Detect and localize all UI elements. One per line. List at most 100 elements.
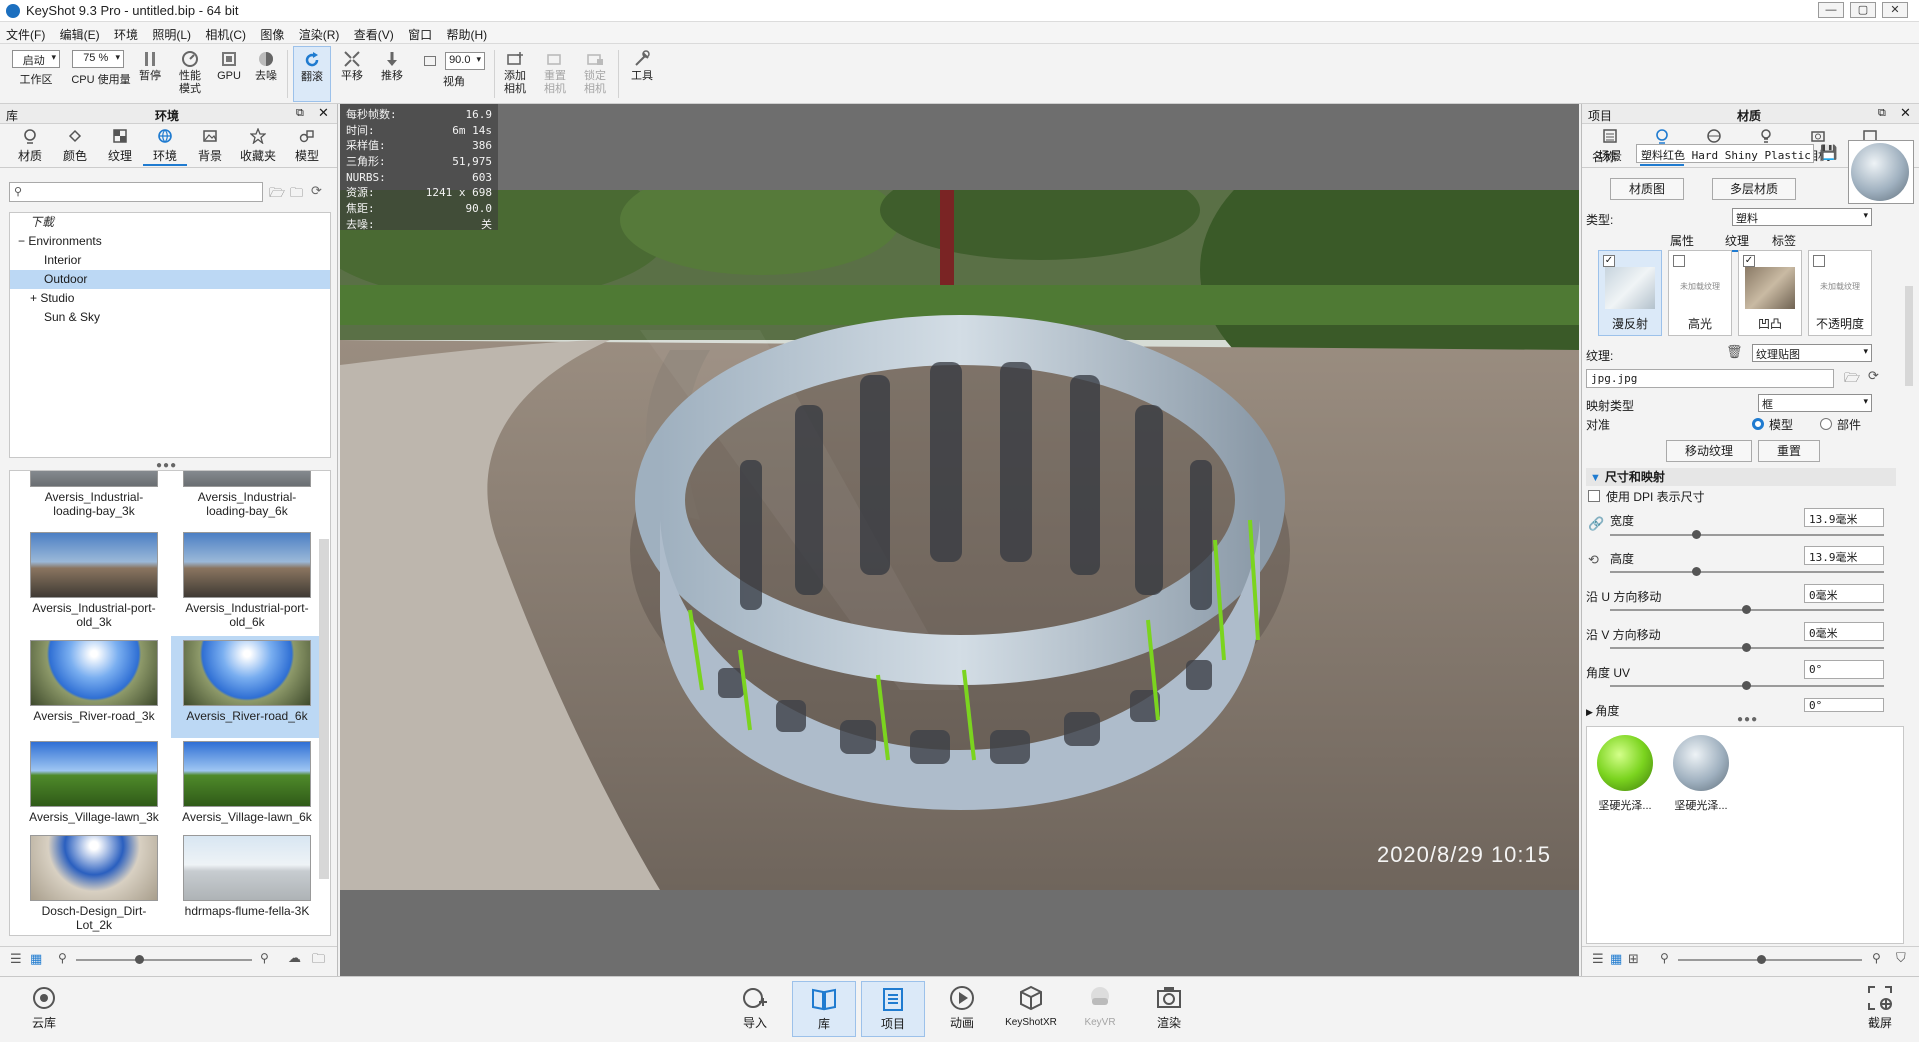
menu-view[interactable]: 查看(V) bbox=[348, 22, 399, 43]
zoom-out-icon[interactable]: ⚲ bbox=[1660, 951, 1669, 965]
texture-type-select[interactable]: 纹理贴图 bbox=[1752, 344, 1872, 362]
tree-item-environments[interactable]: − Environments bbox=[10, 232, 330, 251]
expand-chevron-icon[interactable]: ▶ bbox=[1586, 707, 1595, 717]
tree-item-outdoor[interactable]: Outdoor bbox=[10, 270, 330, 289]
tab-colors[interactable]: 颜色 bbox=[53, 126, 97, 164]
environment-thumbnail[interactable]: Aversis_River-road_3k bbox=[18, 636, 170, 724]
grid-view-icon[interactable]: ▦ bbox=[30, 951, 42, 967]
environment-thumbnail-selected[interactable]: Aversis_River-road_6k bbox=[171, 636, 323, 738]
pause-button[interactable]: 暂停 bbox=[136, 46, 164, 102]
animation-button[interactable]: 动画 bbox=[930, 981, 994, 1037]
splitter-handle[interactable]: ●●● bbox=[1737, 714, 1758, 725]
bump-checkbox[interactable]: ✓ bbox=[1743, 255, 1755, 267]
reload-icon[interactable]: ⟳ bbox=[1868, 368, 1879, 384]
tree-item-studio[interactable]: + Studio bbox=[10, 289, 330, 308]
library-search-input[interactable]: ⚲ bbox=[9, 182, 263, 202]
material-graph-button[interactable]: 材质图 bbox=[1610, 178, 1684, 200]
keyshotxr-button[interactable]: KeyShotXR bbox=[999, 981, 1063, 1037]
tab-materials[interactable]: 材质 bbox=[8, 126, 52, 164]
expand-icon[interactable]: + bbox=[30, 291, 40, 305]
minimize-button[interactable]: — bbox=[1818, 2, 1844, 18]
menu-edit[interactable]: 编辑(E) bbox=[54, 22, 105, 43]
subtab-properties[interactable]: 属性 bbox=[1670, 232, 1694, 249]
link-icon[interactable]: 🔗 bbox=[1588, 516, 1604, 532]
open-folder-icon[interactable]: 🗁 bbox=[269, 184, 285, 206]
texture-file-input[interactable]: jpg.jpg bbox=[1586, 369, 1834, 388]
environment-thumbnail[interactable]: Aversis_Village-lawn_6k bbox=[171, 741, 323, 824]
texture-slot-opacity[interactable]: 未加载纹理 不透明度 bbox=[1808, 250, 1872, 336]
environment-thumbnail[interactable]: hdrmaps-flume-fella-3K bbox=[171, 835, 323, 918]
open-folder-icon[interactable]: 🗁 bbox=[1844, 369, 1860, 391]
save-material-icon[interactable]: 💾 bbox=[1820, 144, 1837, 161]
opacity-checkbox[interactable] bbox=[1813, 255, 1825, 267]
undock-icon[interactable]: ⧉ bbox=[296, 107, 304, 120]
folder-refresh-icon[interactable]: 🗀 bbox=[312, 950, 325, 972]
swap-icon[interactable]: ⟲ bbox=[1588, 552, 1599, 568]
radio-model[interactable] bbox=[1752, 418, 1764, 430]
maximize-button[interactable]: ▢ bbox=[1850, 2, 1876, 18]
project-button[interactable]: 项目 bbox=[861, 981, 925, 1037]
tab-backplates[interactable]: 背景 bbox=[188, 126, 232, 164]
radio-part[interactable] bbox=[1820, 418, 1832, 430]
tree-item-sun-sky[interactable]: Sun & Sky bbox=[10, 308, 330, 327]
thumbnail-size-slider[interactable] bbox=[76, 959, 252, 961]
pan-button[interactable]: 平移 bbox=[335, 46, 369, 102]
menu-environment[interactable]: 环境 bbox=[108, 22, 143, 43]
reset-texture-button[interactable]: 重置 bbox=[1758, 440, 1820, 462]
close-panel-icon[interactable]: ✕ bbox=[318, 105, 329, 121]
fov-input[interactable]: 90.0 bbox=[445, 52, 486, 70]
list-view-icon[interactable]: ☰ bbox=[10, 951, 22, 967]
undock-icon[interactable]: ⧉ bbox=[1878, 107, 1886, 120]
material-type-select[interactable]: 塑料 bbox=[1732, 208, 1872, 226]
width-slider-knob[interactable] bbox=[1692, 530, 1701, 539]
shift-v-slider-knob[interactable] bbox=[1742, 643, 1751, 652]
render-button[interactable]: 渲染 bbox=[1137, 981, 1201, 1037]
slider-knob[interactable] bbox=[135, 955, 144, 964]
tab-environments[interactable]: 环境 bbox=[143, 126, 187, 166]
material-name-input[interactable]: 塑料红色 Hard Shiny Plastic Red bbox=[1636, 144, 1814, 163]
environment-thumbnail[interactable]: Aversis_Industrial-loading-bay_3k bbox=[18, 471, 170, 518]
menu-camera[interactable]: 相机(C) bbox=[199, 22, 251, 43]
environment-thumbnail[interactable]: Aversis_Industrial-loading-bay_6k bbox=[171, 471, 323, 518]
diffuse-checkbox[interactable]: ✓ bbox=[1603, 255, 1615, 267]
menu-render[interactable]: 渲染(R) bbox=[293, 22, 345, 43]
keyvr-button[interactable]: KeyVR bbox=[1068, 981, 1132, 1037]
environment-thumbnail[interactable]: Dosch-Design_Dirt- Lot_2k bbox=[18, 835, 170, 932]
render-viewport[interactable]: 2020/8/29 10:15 每秒帧数: 16.9 时间: 6m 14s 采样值:… bbox=[340, 104, 1579, 976]
workspace-select[interactable]: 启动 bbox=[12, 50, 60, 68]
texture-slot-bump[interactable]: ✓ 凹凸 bbox=[1738, 250, 1802, 336]
cloud-upload-icon[interactable]: ☁ bbox=[288, 950, 301, 966]
menu-image[interactable]: 图像 bbox=[254, 22, 289, 43]
collapse-icon[interactable]: − bbox=[18, 234, 28, 248]
tab-models[interactable]: 模型 bbox=[285, 126, 329, 164]
shift-v-input[interactable]: 0毫米 bbox=[1804, 622, 1884, 641]
move-texture-button[interactable]: 移动纹理 bbox=[1666, 440, 1752, 462]
tab-favorites[interactable]: 收藏夹 bbox=[236, 126, 280, 164]
zoom-in-icon[interactable]: ⚲ bbox=[1872, 951, 1881, 965]
angle-uv-input[interactable]: 0° bbox=[1804, 660, 1884, 679]
menu-help[interactable]: 帮助(H) bbox=[440, 22, 492, 43]
swatch-size-slider[interactable] bbox=[1678, 959, 1862, 961]
shift-u-slider-knob[interactable] bbox=[1742, 605, 1751, 614]
cpu-usage-select[interactable]: 75 % bbox=[72, 50, 124, 68]
size-mapping-section-header[interactable]: ▼ 尺寸和映射 bbox=[1586, 468, 1896, 486]
shift-u-input[interactable]: 0毫米 bbox=[1804, 584, 1884, 603]
tree-item-interior[interactable]: Interior bbox=[10, 251, 330, 270]
use-dpi-checkbox[interactable] bbox=[1588, 490, 1600, 502]
material-swatch[interactable]: 坚硬光泽... bbox=[1595, 735, 1655, 813]
performance-mode-button[interactable]: 性能 模式 bbox=[174, 46, 206, 102]
tools-button[interactable]: 工具 bbox=[624, 46, 660, 102]
multilayer-material-button[interactable]: 多层材质 bbox=[1712, 178, 1796, 200]
tumble-button[interactable]: 翻滚 bbox=[293, 46, 331, 102]
gpu-button[interactable]: GPU bbox=[214, 46, 244, 102]
denoise-button[interactable]: 去噪 bbox=[250, 46, 282, 102]
subtab-textures[interactable]: 纹理 bbox=[1722, 232, 1753, 252]
add-camera-button[interactable]: 添加 相机 bbox=[498, 46, 532, 102]
environment-thumbnail[interactable]: Aversis_Industrial-port-old_3k bbox=[18, 532, 170, 629]
thumbnail-scrollbar[interactable] bbox=[319, 539, 329, 879]
angle-uv-slider-knob[interactable] bbox=[1742, 681, 1751, 690]
menu-lighting[interactable]: 照明(L) bbox=[146, 22, 196, 43]
zoom-out-icon[interactable]: ⚲ bbox=[58, 951, 67, 965]
slider-knob[interactable] bbox=[1757, 955, 1766, 964]
tab-textures[interactable]: 纹理 bbox=[98, 126, 142, 164]
